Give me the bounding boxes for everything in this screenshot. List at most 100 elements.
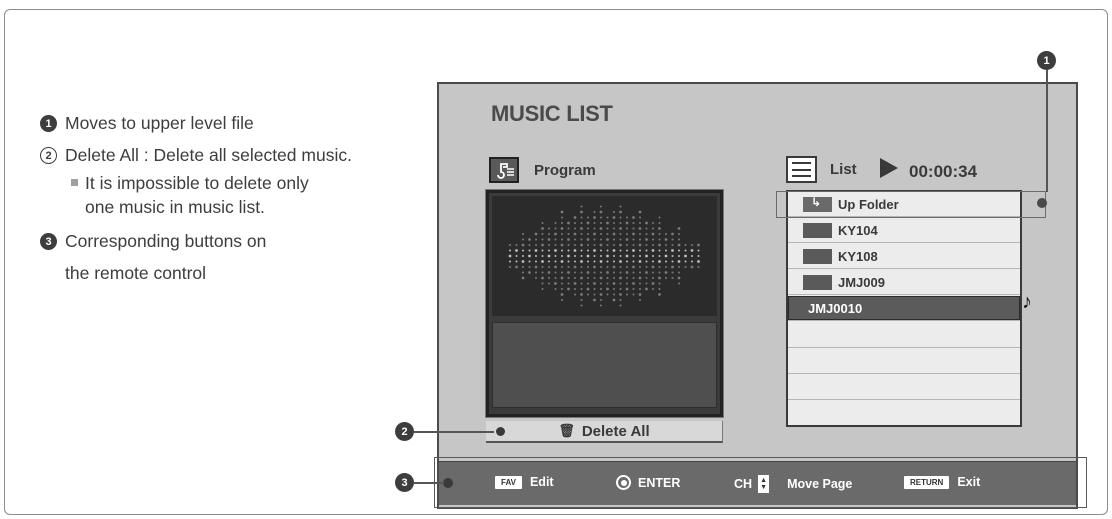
return-key-icon: RETURN <box>904 475 950 489</box>
visualizer-dot <box>541 288 544 290</box>
visualizer-dot <box>600 205 602 208</box>
visualizer-dot <box>626 233 628 235</box>
visualizer-dot <box>626 282 628 285</box>
visualizer-dot <box>521 276 525 280</box>
visualizer-dot <box>567 249 570 252</box>
visualizer-dot <box>521 243 525 247</box>
visualizer-dot <box>658 282 661 285</box>
visualizer-dot <box>593 211 596 213</box>
visualizer-dot <box>632 227 635 230</box>
visualizer-dot <box>645 238 648 241</box>
visualizer-dot <box>528 244 531 246</box>
visualizer-dot <box>541 260 544 263</box>
visualizer-dot <box>652 227 654 230</box>
visualizer-dot <box>600 255 602 257</box>
visualizer-dot <box>541 282 544 285</box>
visualizer-dot <box>561 222 563 224</box>
leader-line-3 <box>414 482 444 484</box>
visualizer-dot <box>548 244 550 246</box>
visualizer-dot <box>554 227 557 230</box>
notes-panel: 1 Moves to upper level file 2 Delete All… <box>40 107 365 289</box>
visualizer-dot <box>678 255 680 257</box>
list-item[interactable]: JMJ009 <box>788 270 1020 295</box>
list-item-selected[interactable]: JMJ0010 <box>788 296 1020 321</box>
visualizer-dot <box>690 265 694 269</box>
visualizer-dot <box>574 271 576 274</box>
visualizer-dot <box>665 266 667 268</box>
visualizer-dot <box>574 244 576 246</box>
visualizer-dot <box>619 304 622 307</box>
visualizer-dot <box>600 288 602 290</box>
visualizer-dot <box>554 288 557 290</box>
visualizer-dot <box>632 244 635 246</box>
visualizer-dot <box>580 266 583 268</box>
visualizer-dot <box>554 282 557 285</box>
visualizer-dot <box>599 276 603 280</box>
visualizer-dot <box>639 249 641 252</box>
visualizer-dot <box>534 232 538 236</box>
visualizer-dot <box>522 255 524 257</box>
visualizer-dot <box>671 244 674 246</box>
fav-key-icon: FAV <box>495 475 522 489</box>
visualizer-dot <box>606 282 609 285</box>
visualizer-dot <box>619 299 622 301</box>
visualizer-dot <box>619 255 622 257</box>
visualizer-dot <box>626 216 628 219</box>
visualizer-dot <box>684 244 687 246</box>
visualizer-dot <box>548 227 550 230</box>
visualizer-dot <box>651 265 655 269</box>
visualizer-dot <box>619 266 622 268</box>
visualizer-dot <box>678 266 680 268</box>
visualizer-dot <box>678 238 680 241</box>
visualizer-dot <box>580 243 583 247</box>
visualizer-dot <box>632 249 635 252</box>
visualizer-dot <box>658 243 661 247</box>
visualizer-dot <box>677 227 681 230</box>
visualizer-dot <box>645 249 648 252</box>
empty-row <box>788 349 1020 374</box>
list-item[interactable]: KY104 <box>788 218 1020 243</box>
list-item-label: JMJ0010 <box>808 300 863 316</box>
note-number-2: 2 <box>40 147 57 164</box>
visualizer-dot <box>665 277 667 279</box>
visualizer-dot <box>580 233 583 235</box>
visualizer-dot <box>567 260 570 263</box>
legend-return-label: Exit <box>957 475 981 489</box>
visualizer-dot <box>658 249 661 252</box>
visualizer-dot <box>639 233 641 235</box>
visualizer-dot <box>554 222 557 224</box>
list-item[interactable]: KY108 <box>788 244 1020 269</box>
visualizer-dot <box>638 243 642 247</box>
note-1: 1 Moves to upper level file <box>40 107 365 139</box>
visualizer-dot <box>613 244 615 246</box>
visualizer-dot <box>521 260 525 263</box>
visualizer-dot <box>515 260 518 263</box>
visualizer-dot <box>561 216 563 219</box>
visualizer-dot <box>587 277 589 279</box>
visualizer-dot <box>645 282 648 285</box>
visualizer-dot <box>697 243 700 247</box>
visualizer-dot <box>664 238 668 241</box>
visualizer-dot <box>573 232 577 236</box>
visualizer-dot <box>678 282 680 285</box>
visualizer-dot <box>548 260 550 263</box>
visualizer-dot <box>600 299 602 301</box>
visualizer-dot <box>599 243 603 247</box>
visualizer-dot <box>626 277 628 279</box>
visualizer-dot <box>515 244 518 246</box>
delete-all-button[interactable]: 🗑 Delete All <box>486 421 723 443</box>
visualizer-dot <box>600 233 602 235</box>
visualizer-dot <box>541 266 544 268</box>
visualizer-dot <box>625 254 629 258</box>
legend-ch-label: Move Page <box>787 477 853 491</box>
visualizer-dot <box>535 244 537 246</box>
visualizer-dot <box>639 271 641 274</box>
visualizer-dot <box>567 277 570 279</box>
visualizer-dot <box>658 255 661 257</box>
visualizer-dot <box>547 271 551 274</box>
visualizer-dot <box>652 260 654 263</box>
visualizer-dot <box>580 222 583 224</box>
visualizer-dot <box>580 282 583 285</box>
visualizer-dot <box>573 265 577 269</box>
leader-line-1 <box>1046 70 1048 192</box>
